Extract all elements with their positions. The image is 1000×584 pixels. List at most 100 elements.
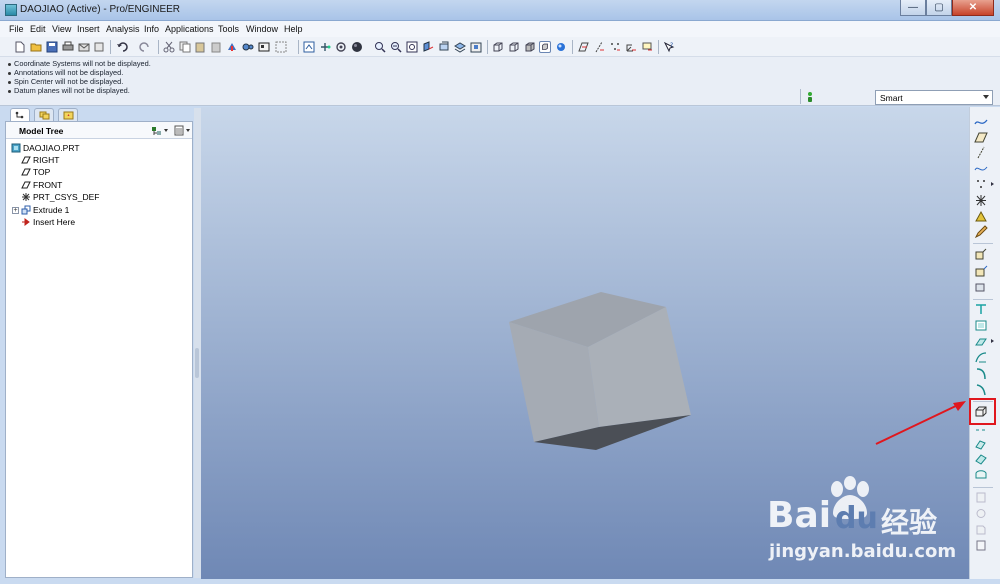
- chamfer-tool-icon[interactable]: [974, 383, 988, 396]
- tab-favorites[interactable]: [58, 108, 78, 121]
- tree-node-insert-here[interactable]: Insert Here: [21, 216, 75, 228]
- new-file-icon[interactable]: [14, 41, 26, 53]
- datum-curve-icon[interactable]: [974, 115, 988, 128]
- flyout-arrow-icon[interactable]: [991, 182, 994, 186]
- trim-tool-icon[interactable]: [974, 469, 988, 482]
- menu-insert[interactable]: Insert: [77, 24, 100, 34]
- annotation-display-icon[interactable]: [641, 41, 653, 53]
- tree-node-front[interactable]: FRONT: [21, 179, 62, 191]
- datum-plane-tool-icon[interactable]: [974, 131, 988, 144]
- menu-applications[interactable]: Applications: [165, 24, 214, 34]
- find-icon[interactable]: [242, 41, 254, 53]
- selection-filter-dropdown[interactable]: Smart: [875, 90, 993, 105]
- rib-tool-icon[interactable]: [974, 335, 988, 348]
- menu-window[interactable]: Window: [246, 24, 278, 34]
- sweep-tool-icon[interactable]: [974, 280, 988, 293]
- tree-node-extrude[interactable]: Extrude 1: [21, 204, 69, 216]
- draft-tool-icon[interactable]: [974, 351, 988, 364]
- menu-view[interactable]: View: [52, 24, 71, 34]
- sketched-curve-icon[interactable]: [974, 162, 988, 175]
- send-icon[interactable]: [93, 41, 105, 53]
- tree-node-csys[interactable]: PRT_CSYS_DEF: [21, 191, 99, 203]
- flyout-arrow-icon[interactable]: [991, 339, 994, 343]
- tab-model-tree[interactable]: [10, 108, 30, 121]
- shaded-icon[interactable]: [524, 41, 536, 53]
- extrude-tool-icon[interactable]: [974, 248, 988, 261]
- sketch-tool-icon[interactable]: [974, 225, 988, 238]
- tree-node-top[interactable]: TOP: [21, 166, 50, 178]
- paste-special-icon[interactable]: [210, 41, 222, 53]
- datum-points-icon[interactable]: [593, 41, 605, 53]
- select-box-icon[interactable]: [258, 41, 270, 53]
- toolbar-separator: [572, 40, 573, 54]
- enhanced-realism-icon[interactable]: [539, 41, 551, 53]
- tree-node-label: RIGHT: [33, 155, 60, 165]
- tree-settings-icon[interactable]: [151, 125, 169, 136]
- tree-node-right[interactable]: RIGHT: [21, 154, 59, 166]
- redo-icon[interactable]: [139, 41, 151, 53]
- close-button[interactable]: ✕: [952, 0, 994, 16]
- datum-point-tool-icon[interactable]: [974, 178, 988, 191]
- expand-icon[interactable]: +: [12, 207, 19, 214]
- copy-icon[interactable]: [179, 41, 191, 53]
- csys-display-icon[interactable]: [625, 41, 637, 53]
- regenerate-icon[interactable]: [226, 41, 238, 53]
- shading-icon[interactable]: [351, 41, 363, 53]
- zoom-in-icon[interactable]: [374, 41, 386, 53]
- menu-info[interactable]: Info: [144, 24, 159, 34]
- reorient-icon[interactable]: [422, 41, 434, 53]
- thicken-tool-icon[interactable]: [974, 507, 988, 520]
- shell-tool-icon[interactable]: [974, 319, 988, 332]
- hole-tool-icon[interactable]: [974, 303, 988, 316]
- open-folder-icon[interactable]: [30, 41, 42, 53]
- refit-icon[interactable]: [406, 41, 418, 53]
- cut-icon[interactable]: [163, 41, 175, 53]
- datum-planes-icon[interactable]: [555, 41, 567, 53]
- undo-icon[interactable]: [116, 41, 128, 53]
- coordinate-systems-icon[interactable]: [609, 41, 621, 53]
- offset-tool-icon[interactable]: [974, 491, 988, 504]
- menu-analysis[interactable]: Analysis: [106, 24, 140, 34]
- tab-folder-browser[interactable]: [34, 108, 54, 121]
- solidify-tool-icon[interactable]: [974, 523, 988, 536]
- appearance-icon[interactable]: [335, 41, 347, 53]
- merge-tool-icon[interactable]: [974, 453, 988, 466]
- orient-mode-icon[interactable]: [319, 41, 331, 53]
- save-icon[interactable]: [46, 41, 58, 53]
- panel-splitter[interactable]: [194, 108, 201, 578]
- feature-extra-icon[interactable]: [974, 539, 988, 552]
- minimize-button[interactable]: —: [900, 0, 926, 16]
- highlight-box: [969, 398, 996, 425]
- spin-center-icon[interactable]: [303, 41, 315, 53]
- maximize-icon: ▢: [934, 2, 944, 13]
- datum-axis-tool-icon[interactable]: [974, 146, 988, 159]
- round-tool-icon[interactable]: [974, 367, 988, 380]
- tree-columns-icon[interactable]: [174, 125, 191, 136]
- analysis-tool-icon[interactable]: [974, 210, 988, 223]
- baidu-jingyan-cn: 经验: [881, 506, 938, 539]
- layers-icon[interactable]: [454, 41, 466, 53]
- tree-node-label: PRT_CSYS_DEF: [33, 192, 100, 202]
- regen-status-icon[interactable]: [806, 91, 814, 103]
- revolve-tool-icon[interactable]: [974, 264, 988, 277]
- maximize-button[interactable]: ▢: [926, 0, 952, 16]
- tree-node-part[interactable]: DAOJIAO.PRT: [11, 142, 80, 154]
- zoom-out-icon[interactable]: [390, 41, 402, 53]
- mirror-tool-icon[interactable]: [974, 437, 988, 450]
- wireframe-icon[interactable]: [470, 41, 482, 53]
- menu-edit[interactable]: Edit: [30, 24, 46, 34]
- menu-file[interactable]: File: [9, 24, 24, 34]
- email-icon[interactable]: [78, 41, 90, 53]
- saved-views-icon[interactable]: [438, 41, 450, 53]
- coordinate-system-tool-icon[interactable]: [974, 194, 988, 207]
- datum-axes-icon[interactable]: [577, 41, 589, 53]
- repaint-icon[interactable]: [275, 41, 287, 53]
- hidden-line-icon[interactable]: [492, 41, 504, 53]
- splitter-grip[interactable]: [195, 348, 199, 378]
- no-hidden-icon[interactable]: [508, 41, 520, 53]
- menu-tools[interactable]: Tools: [218, 24, 239, 34]
- print-icon[interactable]: [62, 41, 74, 53]
- menu-help[interactable]: Help: [284, 24, 303, 34]
- paste-icon[interactable]: [194, 41, 206, 53]
- context-help-icon[interactable]: ?: [663, 41, 675, 53]
